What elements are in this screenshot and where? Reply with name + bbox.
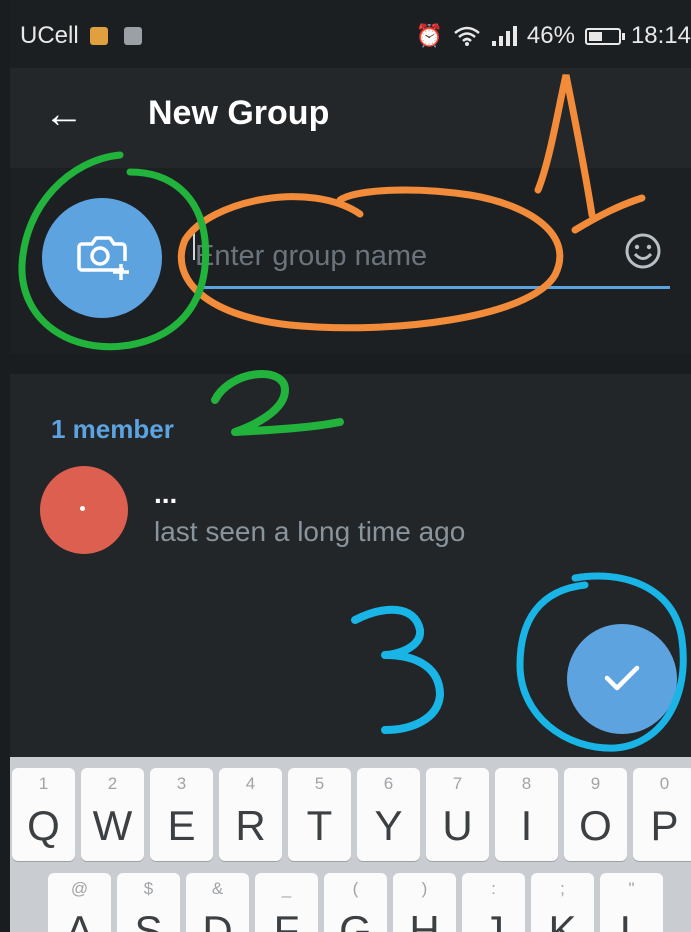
key-hint: $: [143, 879, 154, 898]
key-label: J: [483, 907, 504, 932]
avatar: [40, 466, 128, 554]
battery-icon: [584, 27, 625, 45]
key-q[interactable]: 1Q: [12, 768, 75, 861]
key-r[interactable]: 4R: [219, 768, 282, 861]
key-i[interactable]: 8I: [495, 768, 558, 861]
key-hint: _: [281, 879, 292, 898]
key-hint: &: [211, 879, 224, 898]
carrier-name: UCell: [20, 22, 79, 49]
member-name: ...: [154, 478, 178, 509]
key-label: S: [134, 907, 163, 932]
app-bar: ← New Group: [10, 68, 691, 168]
key-label: A: [65, 907, 94, 932]
key-label: Y: [374, 802, 403, 849]
key-j[interactable]: :J: [462, 873, 525, 932]
status-icons: ⏰ 46% 18:14: [415, 22, 691, 50]
annotation-cyan-3: [351, 605, 444, 734]
list-item[interactable]: ... last seen a long time ago: [10, 460, 691, 554]
key-hint: 1: [38, 774, 49, 793]
key-hint: 0: [659, 774, 670, 793]
camera-add-icon: [77, 236, 129, 280]
key-a[interactable]: @ A: [48, 873, 111, 932]
arrow-left-icon[interactable]: ←: [44, 92, 84, 137]
key-hint: ;: [560, 879, 565, 898]
alarm-clock-icon: ⏰: [415, 23, 443, 48]
key-label: O: [579, 802, 612, 849]
key-hint: :: [491, 879, 496, 898]
key-hint: 2: [107, 774, 118, 793]
key-label: R: [235, 802, 266, 849]
member-last-seen: last seen a long time ago: [154, 516, 466, 547]
key-f[interactable]: _ F: [255, 873, 318, 932]
key-hint: 4: [245, 774, 256, 793]
keyboard-notification-icon: [90, 27, 108, 45]
key-hint: 5: [314, 774, 325, 793]
key-label: U: [442, 802, 473, 849]
key-label: W: [92, 802, 133, 849]
key-u[interactable]: 7U: [426, 768, 489, 861]
key-e[interactable]: 3E: [150, 768, 213, 861]
smiley-icon[interactable]: [624, 232, 662, 270]
key-label: I: [520, 802, 533, 849]
members-count-header: 1 member: [51, 414, 174, 444]
key-s[interactable]: $ S: [117, 873, 180, 932]
key-hint: ": [628, 879, 635, 898]
group-name-input[interactable]: [195, 236, 625, 276]
screen: UCell ⏰ 46% 18:14 ← New Group Enter grou…: [10, 0, 691, 932]
group-info-section: [10, 168, 691, 354]
input-underline: [195, 286, 670, 289]
key-label: L: [619, 907, 644, 932]
key-hint: 7: [452, 774, 463, 793]
battery-percent: 46%: [526, 22, 575, 49]
key-d[interactable]: & D: [186, 873, 249, 932]
status-bar: UCell ⏰ 46% 18:14: [10, 0, 691, 68]
key-y[interactable]: 6Y: [357, 768, 420, 861]
key-hint: 3: [176, 774, 187, 793]
key-w[interactable]: 2W: [81, 768, 144, 861]
key-label: F: [273, 907, 300, 932]
key-hint: ): [421, 879, 428, 898]
key-t[interactable]: 5T: [288, 768, 351, 861]
key-h[interactable]: ) H: [393, 873, 456, 932]
key-label: H: [409, 907, 440, 932]
key-k[interactable]: ; K: [531, 873, 594, 932]
key-hint: (: [352, 879, 359, 898]
on-screen-keyboard: 1Q2W3E4R5T6Y7U8I9O0P @ A $ S & D _ F(G) H: J; K " L: [10, 757, 691, 932]
key-l[interactable]: " L: [600, 873, 663, 932]
key-label: P: [650, 802, 679, 849]
key-hint: @: [70, 879, 89, 898]
key-label: E: [167, 802, 196, 849]
wifi-icon: [454, 26, 480, 46]
key-p[interactable]: 0P: [633, 768, 691, 861]
clock: 18:14: [630, 22, 691, 49]
image-notification-icon: [124, 27, 142, 45]
annotation-green-2: [211, 370, 344, 436]
create-group-button[interactable]: [567, 624, 677, 734]
key-hint: 8: [521, 774, 532, 793]
key-hint: 9: [590, 774, 601, 793]
checkmark-icon: [604, 665, 640, 691]
key-label: K: [548, 907, 577, 932]
key-g[interactable]: (G: [324, 873, 387, 932]
key-label: G: [339, 907, 372, 932]
key-label: Q: [27, 802, 60, 849]
key-label: T: [306, 802, 333, 849]
key-hint: 6: [383, 774, 394, 793]
page-title: New Group: [148, 94, 330, 132]
key-label: D: [202, 907, 233, 932]
key-o[interactable]: 9O: [564, 768, 627, 861]
set-group-photo-button[interactable]: [42, 198, 162, 318]
signal-bars-icon: [491, 26, 517, 46]
section-divider: [10, 354, 691, 374]
